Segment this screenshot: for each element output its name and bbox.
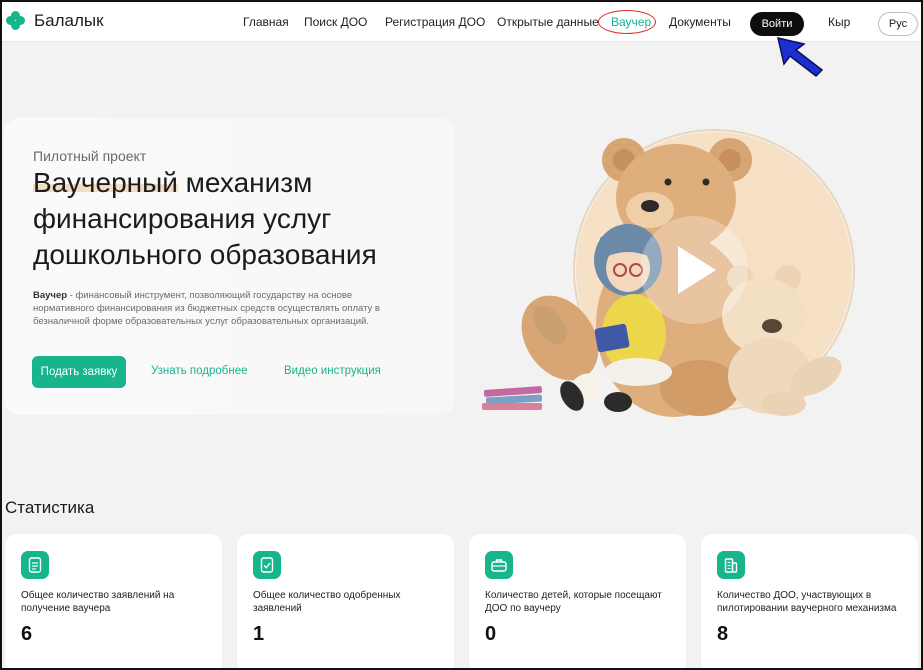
lang-kyrgyz-button[interactable]: Кыр bbox=[828, 15, 850, 29]
voucher-annotation-circle bbox=[598, 10, 656, 34]
stat-card-doo: Количество ДОО, участвующих в пилотирова… bbox=[701, 534, 918, 670]
pointer-arrow-icon bbox=[776, 36, 824, 77]
hero-title: Ваучерный механизм финансирования услуг … bbox=[33, 165, 443, 273]
nav-registration-doo[interactable]: Регистрация ДОО bbox=[385, 15, 485, 29]
stat-value: 1 bbox=[253, 623, 265, 645]
stat-card-children: Количество детей, которые посещают ДОО п… bbox=[469, 534, 686, 670]
hero-eyebrow: Пилотный проект bbox=[33, 148, 147, 164]
document-icon bbox=[21, 551, 49, 579]
stat-label: Общее количество одобренных заявлений bbox=[253, 590, 401, 614]
logo[interactable]: Балалык bbox=[6, 11, 104, 31]
stat-card-applications: Общее количество заявлений на получение … bbox=[5, 534, 222, 670]
stat-card-approved: Общее количество одобренных заявлений 1 bbox=[237, 534, 454, 670]
stat-label: Общее количество заявлений на получение … bbox=[21, 590, 175, 614]
stats-title: Статистика bbox=[5, 498, 95, 517]
nav-home[interactable]: Главная bbox=[243, 15, 289, 29]
nav-open-data[interactable]: Открытые данные bbox=[497, 15, 599, 29]
stat-value: 8 bbox=[717, 623, 729, 645]
hero-desc-rest: - финансовый инструмент, позволяющий гос… bbox=[33, 290, 380, 327]
nav-documents[interactable]: Документы bbox=[669, 15, 731, 29]
stat-value: 6 bbox=[21, 623, 33, 645]
lang-russian-button[interactable]: Рус bbox=[878, 12, 918, 36]
video-instruction-link[interactable]: Видео инструкция bbox=[284, 365, 381, 377]
checklist-icon bbox=[253, 551, 281, 579]
stat-value: 0 bbox=[485, 623, 497, 645]
building-icon bbox=[717, 551, 745, 579]
clover-logo-icon bbox=[6, 11, 26, 31]
stat-label: Количество ДОО, участвующих в пилотирова… bbox=[717, 590, 897, 614]
stat-label: Количество детей, которые посещают ДОО п… bbox=[485, 590, 662, 614]
hero-desc-bold: Ваучер bbox=[33, 290, 68, 301]
login-button[interactable]: Войти bbox=[750, 12, 804, 36]
nav-search-doo[interactable]: Поиск ДОО bbox=[304, 15, 367, 29]
hero-illustration bbox=[482, 129, 855, 417]
logo-text: Балалык bbox=[34, 11, 104, 30]
hero-title-highlight: Ваучерный bbox=[33, 167, 178, 198]
learn-more-link[interactable]: Узнать подробнее bbox=[151, 365, 247, 377]
hero-description: Ваучер - финансовый инструмент, позволяю… bbox=[33, 289, 413, 328]
briefcase-icon bbox=[485, 551, 513, 579]
apply-button[interactable]: Подать заявку bbox=[32, 356, 126, 388]
